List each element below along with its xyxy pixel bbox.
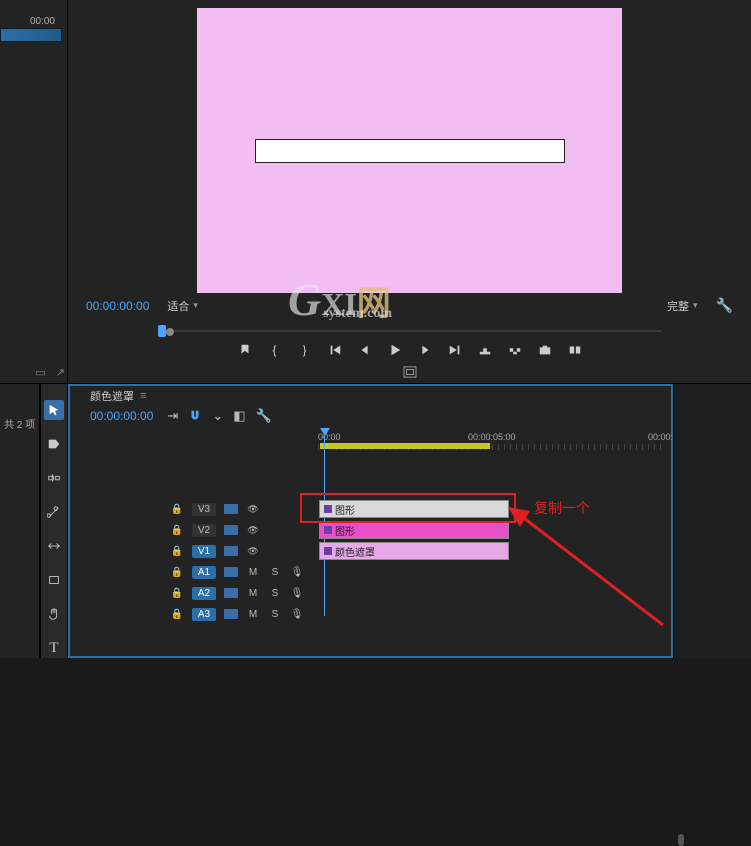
- solo-icon[interactable]: S: [268, 567, 282, 578]
- toggle-output-icon[interactable]: [246, 504, 260, 515]
- export-frame-icon[interactable]: [536, 343, 554, 357]
- program-viewer: [68, 0, 751, 293]
- panel-menu-icon[interactable]: ≡: [140, 390, 146, 402]
- track-headers: 🔒 V3 🔒 V2 🔒 V1: [70, 452, 318, 656]
- insert-mode-icon[interactable]: ⇥: [167, 408, 178, 424]
- timeline-ruler[interactable]: 00:00 00:00:05:00 00:00:10:00: [318, 432, 661, 452]
- marker-icon[interactable]: [236, 343, 254, 357]
- snap-icon[interactable]: [188, 409, 202, 423]
- track-header-a1[interactable]: 🔒 A1 M S 🎙: [170, 563, 318, 581]
- source-timecode: 00:00: [30, 16, 55, 27]
- type-tool[interactable]: T: [44, 638, 64, 658]
- annotation-highlight-box: [300, 493, 516, 523]
- linked-selection-icon[interactable]: ⌄: [212, 408, 223, 424]
- annotation-text: 复制一个: [534, 498, 590, 518]
- sequence-tab[interactable]: 颜色遮罩: [90, 388, 134, 404]
- toggle-output-icon[interactable]: [246, 525, 260, 536]
- hand-tool[interactable]: [44, 604, 64, 624]
- tools-panel: T: [40, 384, 68, 658]
- ripple-edit-tool[interactable]: [44, 468, 64, 488]
- go-to-out-icon[interactable]: [446, 343, 464, 357]
- quality-dropdown[interactable]: 完整: [667, 298, 698, 314]
- go-to-in-icon[interactable]: [326, 343, 344, 357]
- right-gutter: [673, 384, 751, 658]
- new-item-icon[interactable]: ↗: [56, 366, 65, 379]
- mark-in-icon[interactable]: {: [266, 343, 284, 357]
- timeline-vscroll[interactable]: [678, 834, 684, 846]
- sync-lock-icon[interactable]: [224, 567, 238, 577]
- clip-v1[interactable]: 颜色遮罩: [319, 542, 509, 560]
- fx-badge-icon: [324, 547, 332, 555]
- lock-icon[interactable]: 🔒: [170, 525, 184, 536]
- track-header-a2[interactable]: 🔒 A2 M S 🎙: [170, 584, 318, 602]
- source-thumbnail[interactable]: [0, 28, 62, 42]
- fx-badge-icon: [324, 526, 332, 534]
- marker-add-icon[interactable]: ◧: [233, 408, 245, 424]
- settings-gear-icon[interactable]: 🔧: [256, 408, 272, 424]
- lock-icon[interactable]: 🔒: [170, 567, 184, 578]
- rectangle-tool[interactable]: [44, 570, 64, 590]
- voice-over-icon[interactable]: 🎙: [290, 567, 304, 578]
- extract-icon[interactable]: [506, 343, 524, 357]
- zoom-dropdown[interactable]: 适合: [167, 298, 198, 314]
- sync-lock-icon[interactable]: [224, 504, 238, 514]
- project-panel-footer: 共 2 项: [0, 384, 40, 658]
- clip-v2[interactable]: 图形: [319, 521, 509, 539]
- track-header-v3[interactable]: 🔒 V3: [170, 500, 318, 518]
- razor-tool[interactable]: [44, 502, 64, 522]
- source-panel: 00:00 ▭ ↗: [0, 0, 68, 383]
- track-header-v2[interactable]: 🔒 V2: [170, 521, 318, 539]
- toggle-output-icon[interactable]: [246, 546, 260, 557]
- lock-icon[interactable]: 🔒: [170, 609, 184, 620]
- items-count: 共 2 项: [0, 416, 39, 431]
- playhead-icon[interactable]: [320, 428, 330, 436]
- step-forward-icon[interactable]: [416, 343, 434, 357]
- voice-over-icon[interactable]: 🎙: [290, 588, 304, 599]
- timeline-panel: 颜色遮罩 ≡ 00:00:00:00 ⇥ ⌄ ◧ 🔧 00:00 00:00:0…: [68, 384, 673, 658]
- mute-icon[interactable]: M: [246, 588, 260, 599]
- mute-icon[interactable]: M: [246, 567, 260, 578]
- play-icon[interactable]: [386, 343, 404, 357]
- ruler-mark: 00:00:05:00: [468, 432, 516, 442]
- safe-margins-icon[interactable]: [403, 366, 417, 381]
- lock-icon[interactable]: 🔒: [170, 588, 184, 599]
- annotation-arrow-icon: [508, 507, 673, 627]
- program-scrub-bar[interactable]: [158, 318, 661, 336]
- new-bin-icon[interactable]: ▭: [35, 366, 45, 379]
- mute-icon[interactable]: M: [246, 609, 260, 620]
- transport-controls: { }: [68, 336, 751, 364]
- settings-wrench-icon[interactable]: 🔧: [716, 297, 733, 314]
- lock-icon[interactable]: 🔒: [170, 546, 184, 557]
- solo-icon[interactable]: S: [268, 609, 282, 620]
- sync-lock-icon[interactable]: [224, 525, 238, 535]
- work-area-bar[interactable]: [320, 443, 490, 449]
- lift-icon[interactable]: [476, 343, 494, 357]
- mark-out-icon[interactable]: }: [296, 343, 314, 357]
- slip-tool[interactable]: [44, 536, 64, 556]
- sync-lock-icon[interactable]: [224, 588, 238, 598]
- program-canvas[interactable]: [197, 8, 622, 293]
- voice-over-icon[interactable]: 🎙: [290, 609, 304, 620]
- selection-tool[interactable]: [44, 400, 64, 420]
- sync-lock-icon[interactable]: [224, 546, 238, 556]
- track-header-a3[interactable]: 🔒 A3 M S 🎙: [170, 605, 318, 623]
- step-back-icon[interactable]: [356, 343, 374, 357]
- sync-lock-icon[interactable]: [224, 609, 238, 619]
- program-timecode[interactable]: 00:00:00:00: [86, 299, 149, 313]
- solo-icon[interactable]: S: [268, 588, 282, 599]
- scrub-playhead[interactable]: [158, 325, 166, 337]
- track-select-tool[interactable]: [44, 434, 64, 454]
- track-header-v1[interactable]: 🔒 V1: [170, 542, 318, 560]
- tracks-area[interactable]: 图形 图形 颜色遮罩 复制一个: [318, 452, 671, 656]
- timeline-timecode[interactable]: 00:00:00:00: [90, 409, 153, 423]
- compare-icon[interactable]: [566, 343, 584, 357]
- graphic-shape-rect[interactable]: [255, 139, 565, 163]
- program-monitor: 00:00:00:00 适合 完整 🔧 { }: [68, 0, 751, 383]
- lock-icon[interactable]: 🔒: [170, 504, 184, 515]
